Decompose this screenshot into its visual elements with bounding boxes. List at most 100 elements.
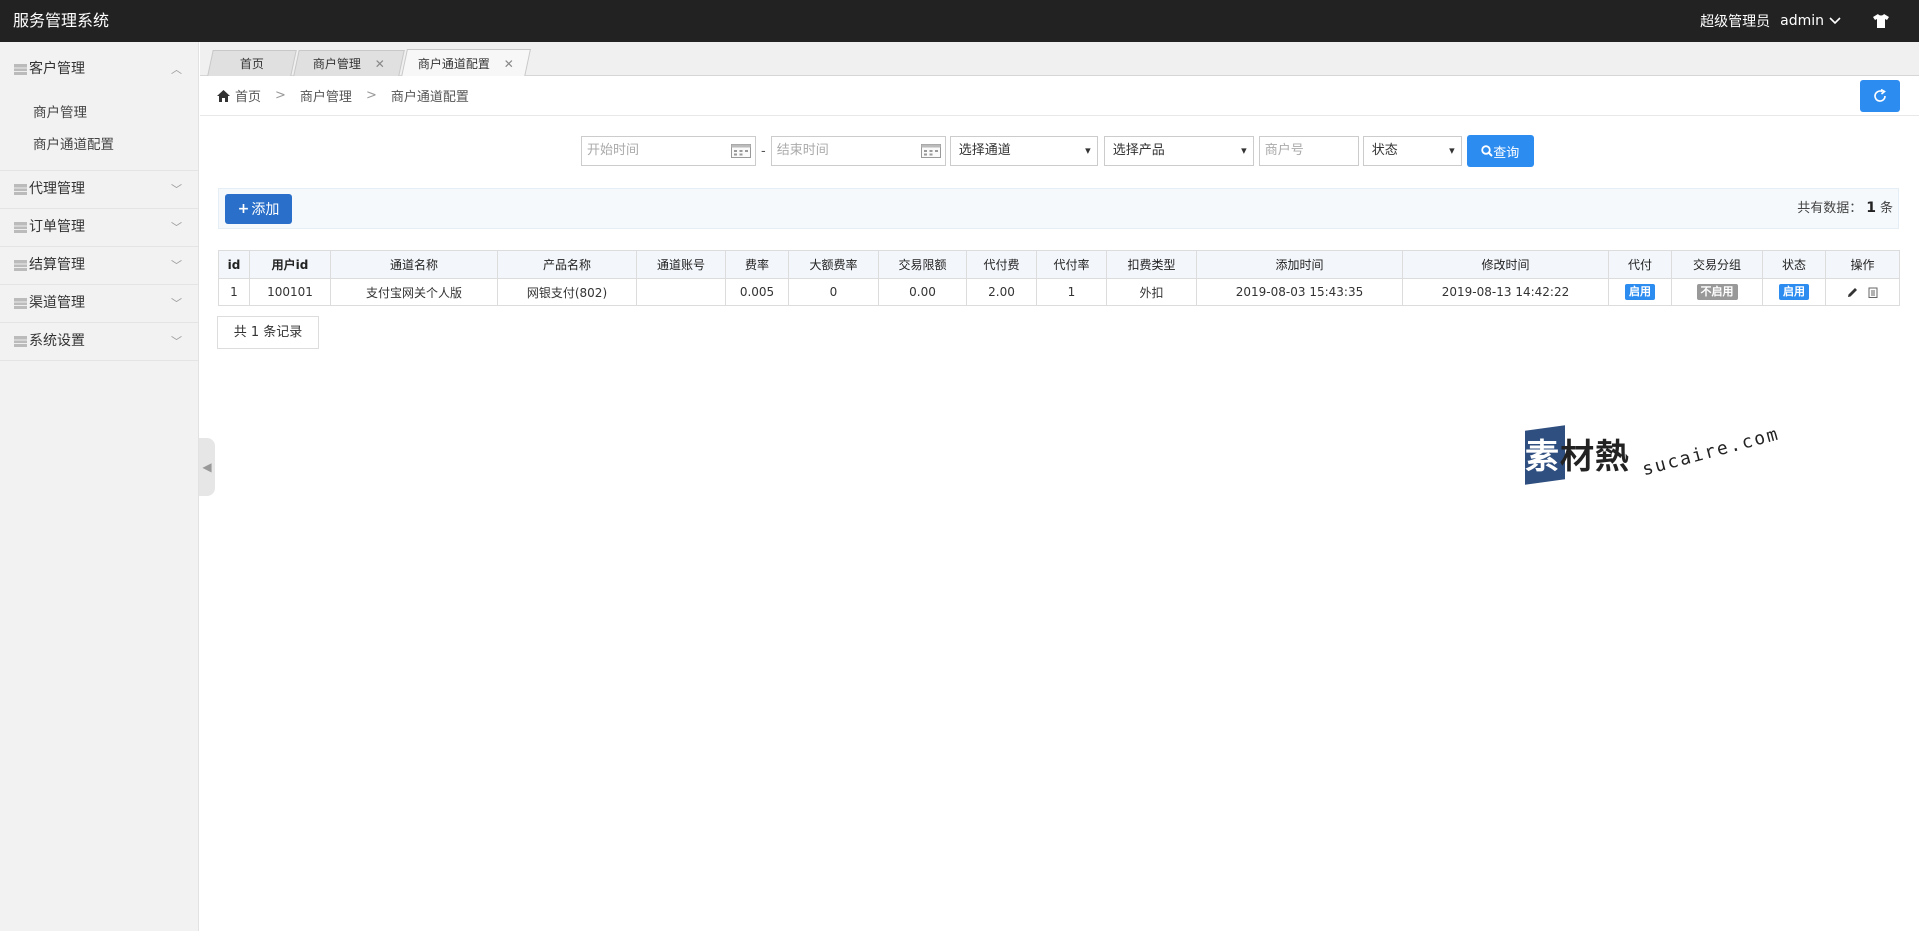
tab-label: 首页 xyxy=(239,57,264,71)
menu-group-channel: 渠道管理 ﹀ xyxy=(0,285,198,323)
cell-created-at: 2019-08-03 15:43:35 xyxy=(1196,278,1403,306)
chevron-up-icon: ︿ xyxy=(171,63,182,76)
menu-head-system[interactable]: 系统设置 ﹀ xyxy=(0,323,198,360)
merchant-input[interactable]: 商户号 xyxy=(1258,136,1359,166)
edit-icon[interactable] xyxy=(1847,287,1858,298)
total-count: 共有数据： 1 条 xyxy=(1797,189,1893,228)
end-time-input[interactable]: 结束时间 xyxy=(770,136,946,166)
delete-icon[interactable] xyxy=(1868,287,1878,298)
menu-head-settlement[interactable]: 结算管理 ﹀ xyxy=(0,247,198,284)
cell-trade-limit: 0.00 xyxy=(878,278,967,306)
close-icon[interactable]: ✕ xyxy=(504,57,514,71)
product-select-value: 选择产品 xyxy=(1112,143,1165,158)
calendar-icon[interactable] xyxy=(731,144,751,158)
breadcrumb-current: 商户通道配置 xyxy=(390,90,469,105)
chevron-down-icon xyxy=(1829,17,1841,25)
tab-home[interactable]: 首页 xyxy=(207,50,297,76)
chevron-down-icon: ▾ xyxy=(1085,144,1091,157)
sidebar-item-merchant-channel[interactable]: 商户通道配置 xyxy=(0,129,198,161)
chevron-down-icon: ﹀ xyxy=(171,297,182,310)
breadcrumb-merchant[interactable]: 商户管理 xyxy=(300,86,352,105)
col-header: 通道名称 xyxy=(330,250,498,279)
add-button[interactable]: + 添加 xyxy=(225,194,292,224)
menu-head-label: 客户管理 xyxy=(29,61,85,77)
col-header: 用户id xyxy=(249,250,331,279)
record-count: 共 1 条记录 xyxy=(217,316,319,349)
col-header: 扣费类型 xyxy=(1106,250,1197,279)
channel-select[interactable]: 选择通道 ▾ xyxy=(949,136,1098,166)
grid-icon xyxy=(14,222,27,233)
menu-head-channel[interactable]: 渠道管理 ﹀ xyxy=(0,285,198,322)
cell-channel-account xyxy=(636,278,726,306)
menu-head-label: 订单管理 xyxy=(29,219,85,235)
menu-group-system: 系统设置 ﹀ xyxy=(0,323,198,361)
table-toolbar: + 添加 共有数据： 1 条 xyxy=(218,188,1899,229)
col-header: id xyxy=(218,250,250,279)
group-status-badge[interactable]: 不启用 xyxy=(1696,284,1738,300)
skin-theme-icon[interactable] xyxy=(1873,14,1889,28)
product-select[interactable]: 选择产品 ▾ xyxy=(1103,136,1254,166)
cell-actions xyxy=(1825,278,1900,306)
grid-icon xyxy=(14,336,27,347)
status-select[interactable]: 状态 ▾ xyxy=(1362,136,1462,166)
chevron-down-icon: ﹀ xyxy=(171,221,182,234)
date-range-dash: - xyxy=(761,143,766,159)
user-menu[interactable]: admin xyxy=(1780,13,1841,29)
sidebar-collapse-handle[interactable]: ◀ xyxy=(199,438,215,496)
cell-rate: 0.005 xyxy=(725,278,789,306)
menu-head-order[interactable]: 订单管理 ﹀ xyxy=(0,209,198,246)
breadcrumb-separator: > xyxy=(275,88,286,103)
tab-merchant-channel[interactable]: 商户通道配置 ✕ xyxy=(401,49,531,77)
cell-payout-fee: 2.00 xyxy=(966,278,1037,306)
status-select-value: 状态 xyxy=(1371,143,1398,158)
table-header-row: id 用户id 通道名称 产品名称 通道账号 费率 大额费率 交易限额 代付费 … xyxy=(218,250,1900,279)
close-icon[interactable]: ✕ xyxy=(375,57,385,71)
breadcrumb: 首页 > 商户管理 > 商户通道配置 xyxy=(200,76,1919,116)
cell-large-rate: 0 xyxy=(788,278,879,306)
sidebar: 客户管理 ︿ 商户管理 商户通道配置 代理管理 ﹀ 订单管理 ﹀ 结算管理 ﹀ … xyxy=(0,42,199,931)
start-time-placeholder: 开始时间 xyxy=(587,143,640,158)
menu-head-label: 系统设置 xyxy=(29,333,85,349)
payout-status-badge[interactable]: 启用 xyxy=(1625,284,1655,300)
sidebar-item-merchant[interactable]: 商户管理 xyxy=(0,97,198,129)
chevron-left-icon: ◀ xyxy=(202,460,212,474)
menu-group-agent: 代理管理 ﹀ xyxy=(0,171,198,209)
tab-merchant[interactable]: 商户管理 ✕ xyxy=(293,50,405,76)
menu-head-label: 代理管理 xyxy=(29,181,85,197)
cell-status: 启用 xyxy=(1762,278,1826,306)
calendar-icon[interactable] xyxy=(920,144,941,158)
menu-head-customer[interactable]: 客户管理 ︿ xyxy=(0,42,198,97)
chevron-down-icon: ﹀ xyxy=(171,183,182,196)
tab-label: 商户管理 xyxy=(312,57,361,71)
cell-product-name: 网银支付(802) xyxy=(497,278,637,306)
row-actions xyxy=(1827,287,1899,298)
home-icon xyxy=(217,89,230,102)
menu-head-label: 渠道管理 xyxy=(29,295,85,311)
start-time-input[interactable]: 开始时间 xyxy=(581,136,756,166)
app-title: 服务管理系统 xyxy=(13,11,110,30)
tab-label: 商户通道配置 xyxy=(417,57,490,71)
menu-head-agent[interactable]: 代理管理 ﹀ xyxy=(0,171,198,208)
channel-select-value: 选择通道 xyxy=(958,143,1011,158)
table-row: 1 100101 支付宝网关个人版 网银支付(802) 0.005 0 0.00… xyxy=(218,278,1900,306)
end-time-placeholder: 结束时间 xyxy=(776,143,829,158)
grid-icon xyxy=(14,298,27,309)
col-header: 交易分组 xyxy=(1671,250,1763,279)
cell-payout: 启用 xyxy=(1608,278,1672,306)
total-suffix: 条 xyxy=(1879,201,1893,216)
watermark-en: sucaire.com xyxy=(1640,423,1782,481)
status-badge[interactable]: 启用 xyxy=(1779,284,1809,300)
search-icon xyxy=(1481,145,1493,157)
breadcrumb-separator: > xyxy=(365,88,377,103)
top-right-area: 超级管理员 admin xyxy=(1700,0,1889,42)
col-header: 大额费率 xyxy=(788,250,879,279)
menu-head-label: 结算管理 xyxy=(29,257,85,273)
cell-fee-type: 外扣 xyxy=(1106,278,1197,306)
breadcrumb-home[interactable]: 首页 xyxy=(235,86,261,105)
query-button[interactable]: 查询 xyxy=(1466,135,1534,167)
col-header: 操作 xyxy=(1825,250,1900,279)
refresh-button[interactable] xyxy=(1860,80,1900,112)
col-header: 代付率 xyxy=(1036,250,1107,279)
data-table: id 用户id 通道名称 产品名称 通道账号 费率 大额费率 交易限额 代付费 … xyxy=(218,250,1900,306)
menu-group-customer: 客户管理 ︿ 商户管理 商户通道配置 xyxy=(0,42,198,171)
